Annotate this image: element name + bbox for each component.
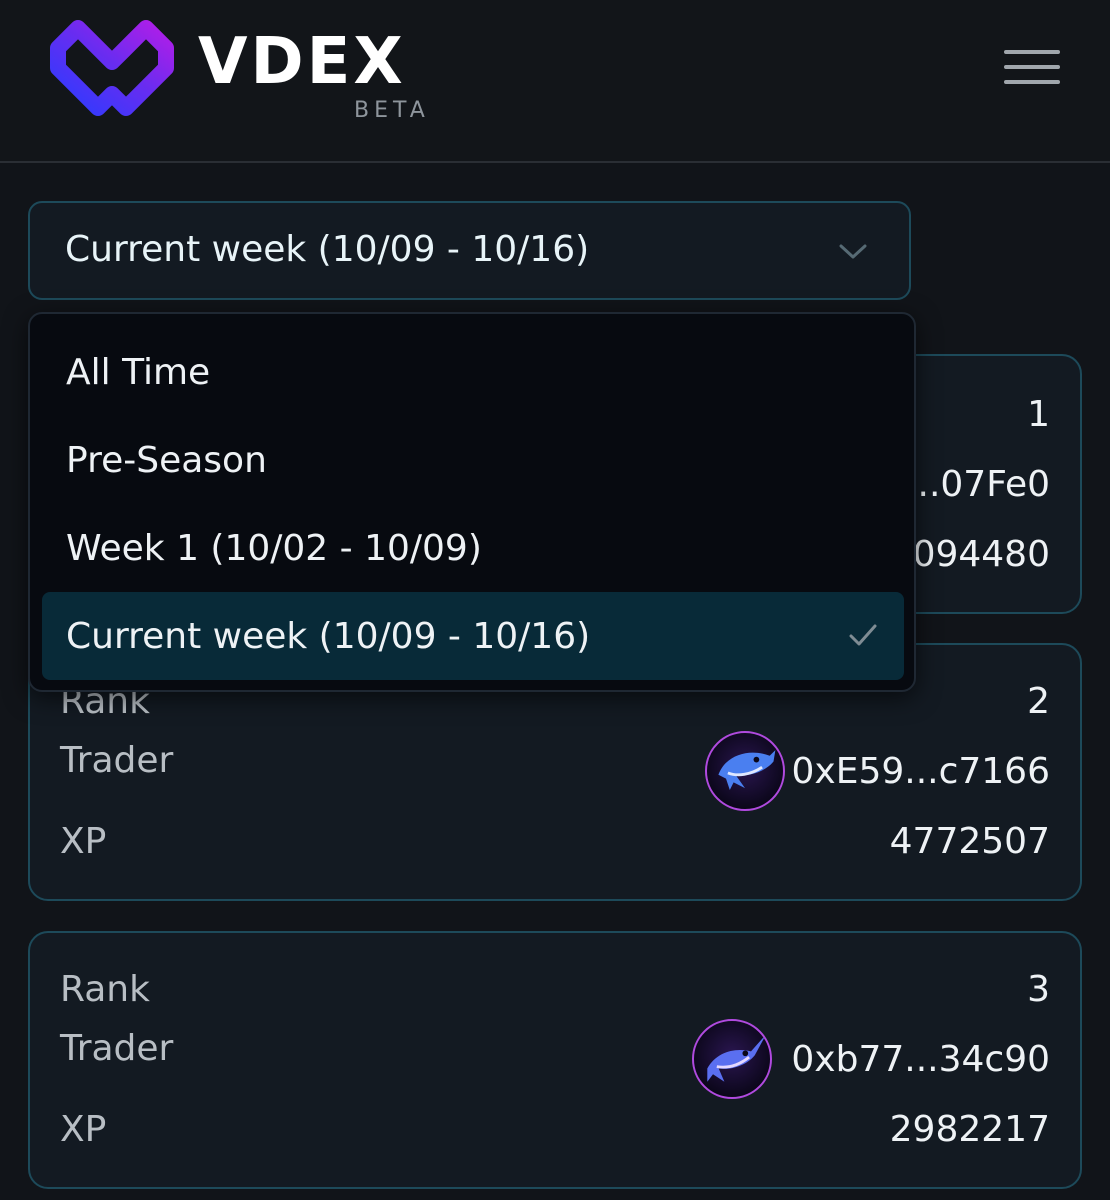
xp-value: 2982217 xyxy=(889,1109,1050,1150)
chevron-down-icon[interactable] xyxy=(836,238,870,262)
swordfish-icon xyxy=(707,1034,767,1082)
xp-value: 094480 xyxy=(912,534,1050,575)
brand-name: VDEX xyxy=(198,25,406,99)
option-current-week[interactable]: Current week (10/09 - 10/16) xyxy=(42,592,904,680)
trader-label: Trader xyxy=(60,1028,174,1069)
option-all-time[interactable]: All Time xyxy=(42,328,904,416)
rank-value: 2 xyxy=(1027,681,1050,722)
rank-value: 1 xyxy=(1027,394,1050,435)
period-dropdown-menu: All Time Pre-Season Week 1 (10/02 - 10/0… xyxy=(28,312,916,692)
shark-icon xyxy=(718,750,776,790)
brand-beta-tag: BETA xyxy=(354,98,430,123)
period-select-value: Current week (10/09 - 10/16) xyxy=(65,229,590,270)
option-label: Week 1 (10/02 - 10/09) xyxy=(66,528,482,569)
vdex-logo-icon[interactable] xyxy=(44,14,180,120)
menu-hamburger-icon[interactable] xyxy=(1004,50,1060,84)
xp-label: XP xyxy=(60,821,107,862)
option-label: Pre-Season xyxy=(66,440,267,481)
xp-value: 4772507 xyxy=(889,821,1050,862)
rank-value: 3 xyxy=(1027,969,1050,1010)
period-select[interactable]: Current week (10/09 - 10/16) xyxy=(28,201,911,300)
trader-address[interactable]: 0xb77...34c90 xyxy=(791,1039,1050,1080)
checkmark-icon xyxy=(849,624,877,646)
leaderboard-card-3: Rank 3 Trader 0xb77...34c90 XP 2982217 xyxy=(28,931,1082,1189)
option-label: All Time xyxy=(66,352,211,393)
option-pre-season[interactable]: Pre-Season xyxy=(42,416,904,504)
trader-avatar[interactable] xyxy=(705,731,785,811)
trader-avatar[interactable] xyxy=(692,1019,772,1099)
option-week-1[interactable]: Week 1 (10/02 - 10/09) xyxy=(42,504,904,592)
rank-label: Rank xyxy=(60,969,150,1010)
trader-label: Trader xyxy=(60,740,174,781)
trader-address[interactable]: 0xE59...c7166 xyxy=(791,751,1050,792)
app-header: VDEX BETA xyxy=(0,0,1110,163)
option-label: Current week (10/09 - 10/16) xyxy=(66,616,591,657)
xp-label: XP xyxy=(60,1109,107,1150)
trader-address[interactable]: ...07Fe0 xyxy=(906,464,1050,505)
